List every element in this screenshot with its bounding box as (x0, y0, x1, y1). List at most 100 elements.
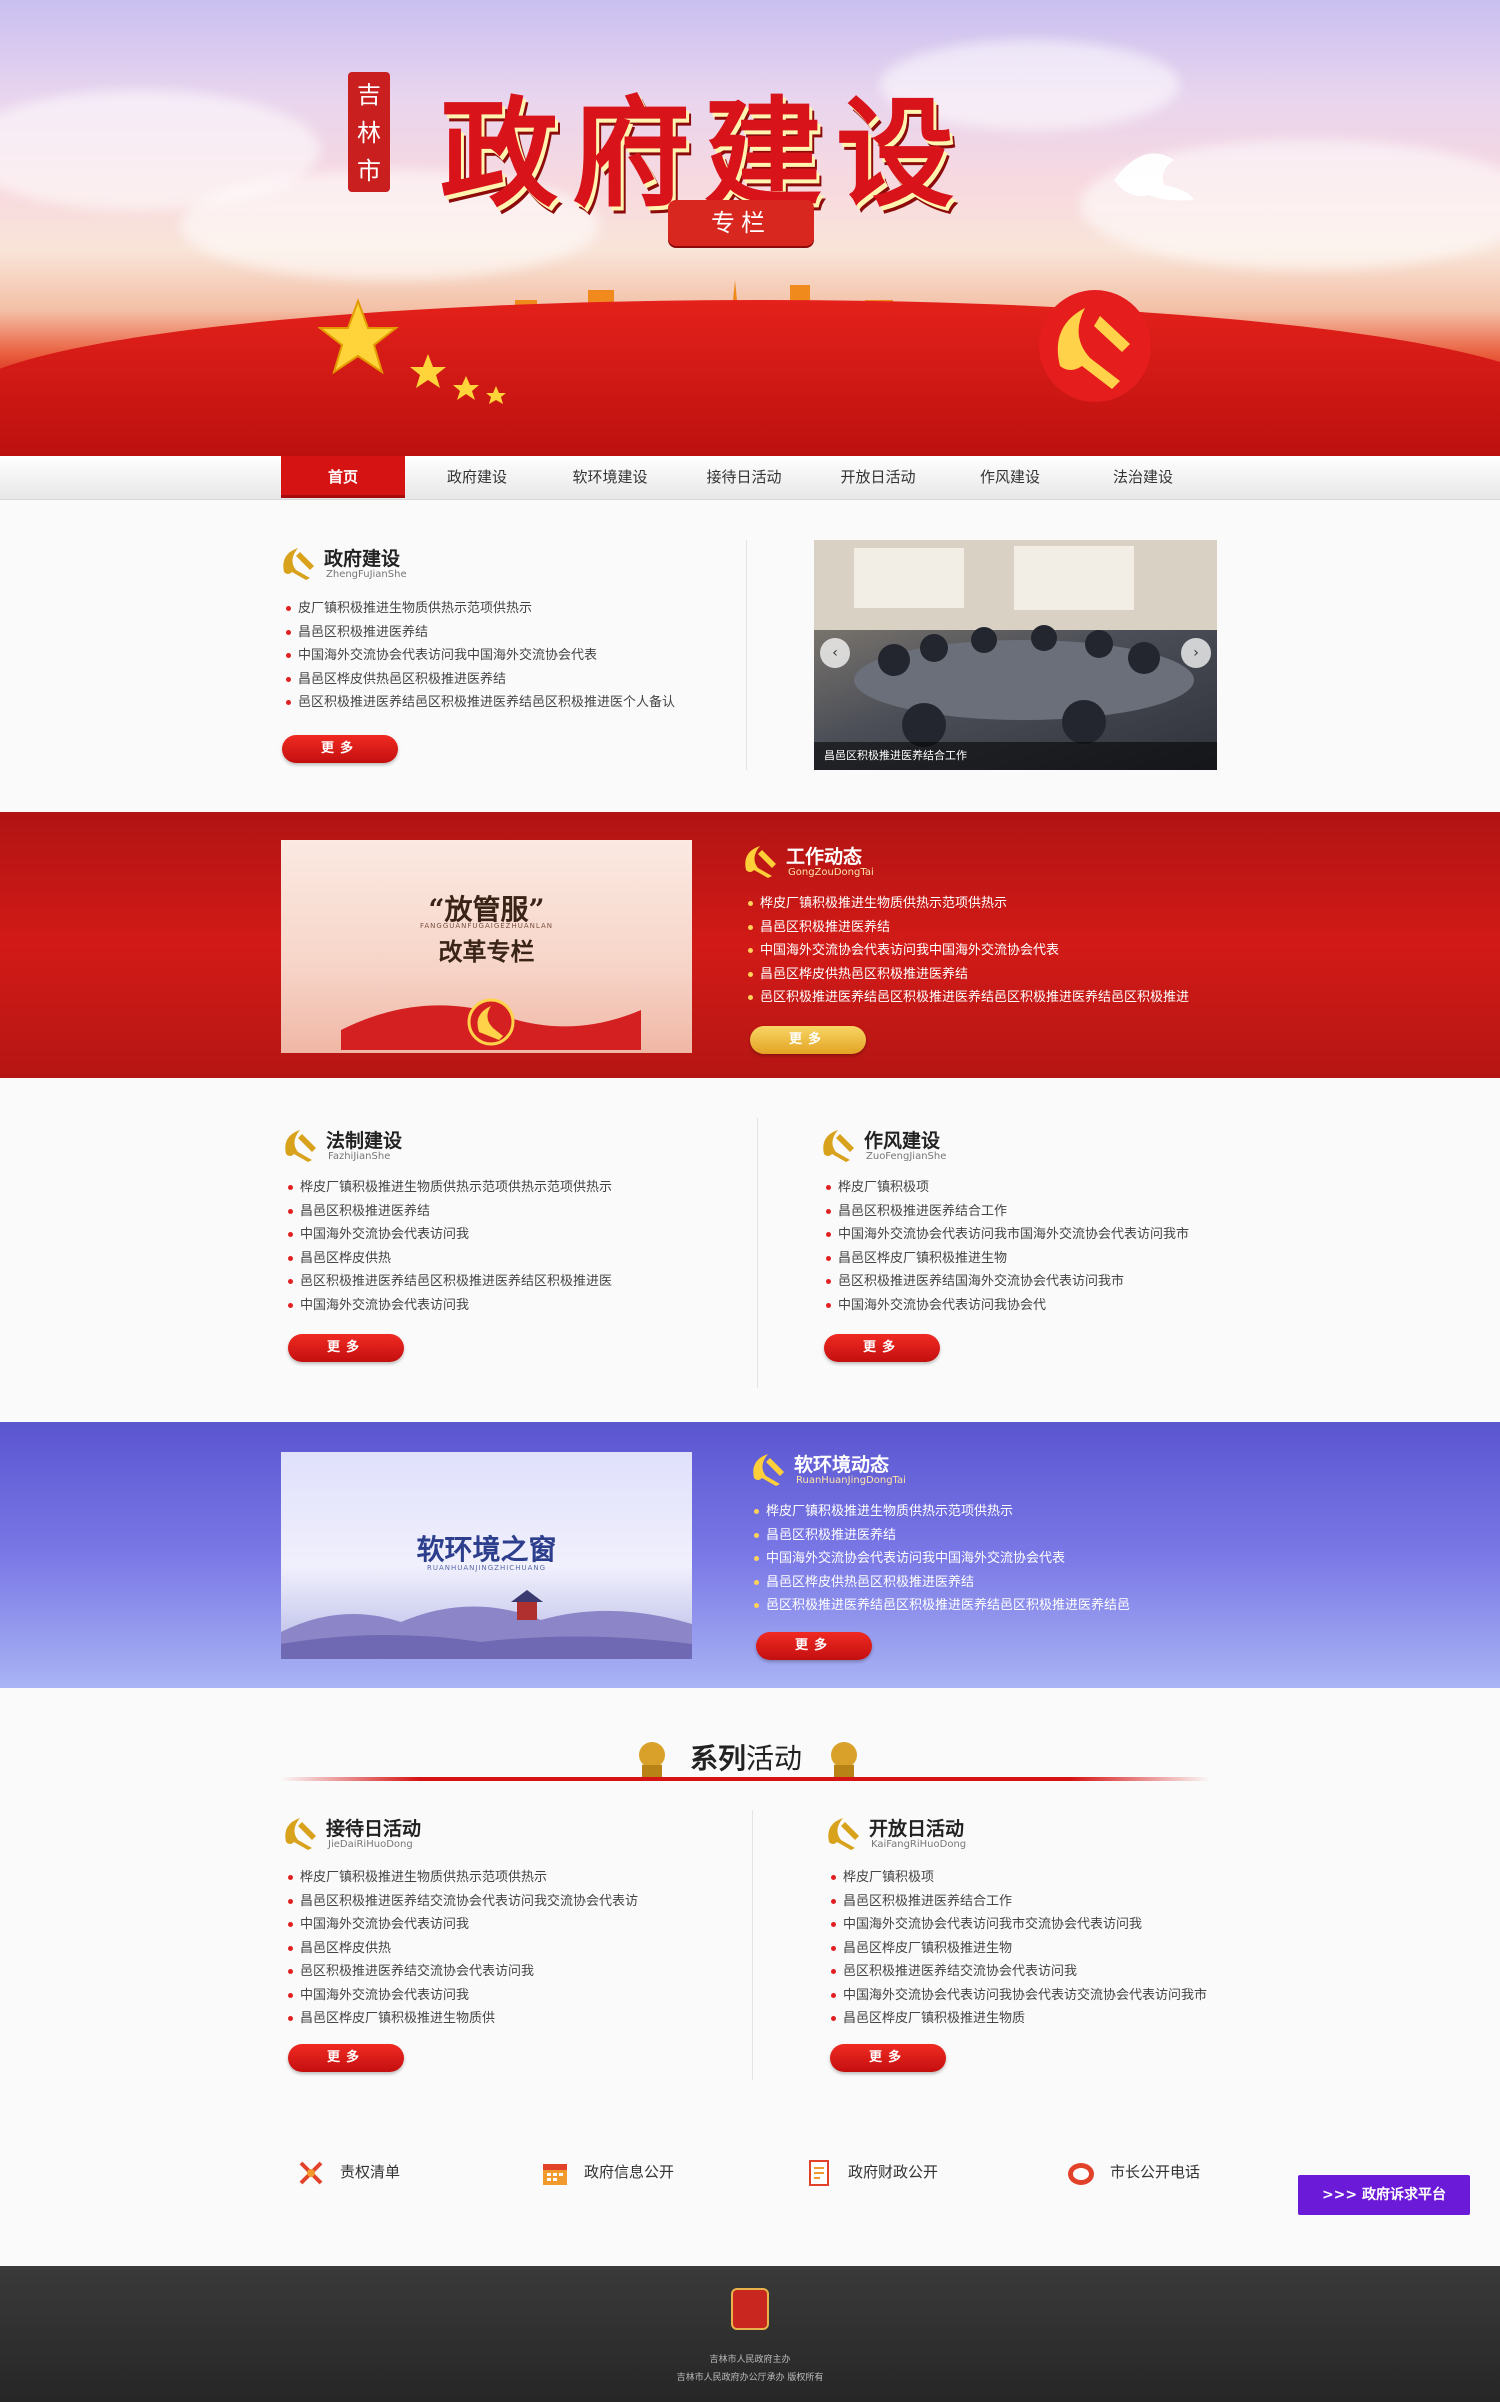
list-item[interactable]: 桦皮厂镇积极推进生物质供热示范项供热示 (752, 1500, 1222, 1524)
list-item[interactable]: 邑区积极推进医养结邑区积极推进医养结邑区积极推进医养结邑 (752, 1594, 1222, 1618)
law-heading: 法制建设 FazhiJianShe (282, 1126, 582, 1166)
list-item[interactable]: 中国海外交流协会代表访问我中国海外交流协会代表 (284, 644, 714, 668)
power-list-link[interactable]: 责权清单 (296, 2155, 400, 2189)
soft-env-section: 软环境动态 RuanHuanJingDongTai 桦皮厂镇积极推进生物质供热示… (0, 1422, 1500, 1688)
list-item[interactable]: 中国海外交流协会代表访问我 (286, 1984, 726, 2008)
phone-icon (1068, 2162, 1094, 2185)
list-item[interactable]: 昌邑区积极推进医养结 (752, 1524, 1222, 1548)
list-item[interactable]: 皮厂镇积极推进生物质供热示范项供热示 (284, 597, 714, 621)
section-title: 开放日活动 (869, 1818, 965, 1840)
list-item[interactable]: 中国海外交流协会代表访问我 (286, 1223, 726, 1247)
calendar-icon (543, 2163, 567, 2185)
list-item[interactable]: 桦皮厂镇积极推进生物质供热示范项供热示 (286, 1866, 726, 1890)
list-icon (299, 2161, 323, 2184)
style-more-button[interactable]: 更多 (824, 1334, 940, 1362)
list-item[interactable]: 昌邑区桦皮供热邑区积极推进医养结 (746, 963, 1226, 987)
list-item[interactable]: 邑区积极推进医养结交流协会代表访问我 (286, 1960, 726, 1984)
nav-soft-env[interactable]: 软环境建设 (548, 456, 672, 498)
soft-more-button[interactable]: 更多 (756, 1632, 872, 1660)
list-item[interactable]: 桦皮厂镇积极项 (829, 1866, 1269, 1890)
gov-more-button[interactable]: 更多 (282, 735, 398, 763)
photo-slider[interactable]: ‹ › 昌邑区积极推进医养结合工作 (814, 540, 1217, 770)
link-label: 责权清单 (340, 2163, 401, 2181)
party-emblem-icon (341, 998, 641, 1050)
list-item[interactable]: 中国海外交流协会代表访问我市交流协会代表访问我 (829, 1913, 1269, 1937)
nav-home[interactable]: 首页 (281, 456, 405, 498)
reception-heading: 接待日活动 JieDaiRiHuoDong (282, 1814, 582, 1854)
list-item[interactable]: 中国海外交流协会代表访问我协会代表访交流协会代表访问我市 (829, 1984, 1269, 2008)
list-item[interactable]: 中国海外交流协会代表访问我 (286, 1913, 726, 1937)
section-title: 法制建设 (326, 1130, 403, 1152)
nav-work-style[interactable]: 作风建设 (948, 456, 1072, 498)
gov-logo (731, 2288, 769, 2330)
list-item[interactable]: 昌邑区桦皮供热 (286, 1937, 726, 1961)
open-more-button[interactable]: 更多 (830, 2044, 946, 2072)
link-label: 市长公开电话 (1110, 2163, 1201, 2181)
nav-reception-day[interactable]: 接待日活动 (682, 456, 806, 498)
list-item[interactable]: 昌邑区积极推进医养结合工作 (829, 1890, 1269, 1914)
nav-open-day[interactable]: 开放日活动 (816, 456, 940, 498)
slider-next-button[interactable]: › (1181, 638, 1211, 668)
law-style-section: 法制建设 FazhiJianShe 桦皮厂镇积极推进生物质供热示范项供热示范项供… (0, 1078, 1500, 1422)
style-heading: 作风建设 ZuoFengJianShe (820, 1126, 1120, 1166)
list-item[interactable]: 昌邑区积极推进医养结交流协会代表访问我交流协会代表访 (286, 1890, 726, 1914)
list-item[interactable]: 中国海外交流协会代表访问我协会代 (824, 1294, 1244, 1318)
star-icons (318, 298, 506, 404)
party-emblem-icon (1039, 290, 1151, 402)
list-item[interactable]: 昌邑区积极推进医养结 (746, 916, 1226, 940)
list-item[interactable]: 昌邑区桦皮厂镇积极推进生物 (829, 1937, 1269, 1961)
finance-icon (809, 2159, 829, 2186)
reception-news-list: 桦皮厂镇积极推进生物质供热示范项供热示 昌邑区积极推进医养结交流协会代表访问我交… (286, 1866, 726, 2031)
list-item[interactable]: 昌邑区桦皮厂镇积极推进生物质 (829, 2007, 1269, 2031)
nav-rule-of-law[interactable]: 法治建设 (1081, 456, 1205, 498)
emblem-icon (283, 548, 314, 580)
list-item[interactable]: 昌邑区桦皮供热邑区积极推进医养结 (752, 1571, 1222, 1595)
mayor-hotline-link[interactable]: 市长公开电话 (1066, 2155, 1200, 2189)
section-title: 政府建设 (324, 548, 401, 570)
section-title: 工作动态 (786, 846, 863, 868)
main-nav: 首页 政府建设 软环境建设 接待日活动 开放日活动 作风建设 法治建设 (0, 456, 1500, 500)
divider (752, 1810, 753, 2080)
section-title: 接待日活动 (326, 1818, 422, 1840)
list-item[interactable]: 邑区积极推进医养结邑区积极推进医养结邑区积极推进医个人备认 (284, 691, 714, 715)
soft-env-feature-image[interactable]: 软环境之窗 RUANHUANJINGZHICHUANG (281, 1452, 692, 1659)
list-item[interactable]: 昌邑区积极推进医养结 (284, 621, 714, 645)
work-section: 工作动态 GongZouDongTai 桦皮厂镇积极推进生物质供热示范项供热示 … (0, 812, 1500, 1078)
list-item[interactable]: 邑区积极推进医养结国海外交流协会代表访问我市 (824, 1270, 1244, 1294)
list-item[interactable]: 昌邑区桦皮厂镇积极推进生物质供 (286, 2007, 726, 2031)
section-title: 作风建设 (864, 1130, 941, 1152)
list-item[interactable]: 中国海外交流协会代表访问我中国海外交流协会代表 (752, 1547, 1222, 1571)
hero-banner: 吉林市 政府建设 专栏 (0, 0, 1500, 456)
list-item[interactable]: 桦皮厂镇积极推进生物质供热示范项供热示范项供热示 (286, 1176, 726, 1200)
petition-platform-button[interactable]: >>> 政府诉求平台 (1298, 2175, 1470, 2215)
section-pinyin: ZuoFengJianShe (866, 1151, 947, 1162)
list-item[interactable]: 邑区积极推进医养结交流协会代表访问我 (829, 1960, 1269, 1984)
mountain-landscape (281, 1590, 692, 1659)
list-item[interactable]: 中国海外交流协会代表访问我中国海外交流协会代表 (746, 939, 1226, 963)
list-item[interactable]: 邑区积极推进医养结邑区积极推进医养结邑区积极推进医养结邑区积极推进 (746, 986, 1226, 1010)
list-item[interactable]: 中国海外交流协会代表访问我 (286, 1294, 726, 1318)
emblem-icon (823, 1130, 854, 1162)
gov-info-link[interactable]: 政府信息公开 (540, 2155, 674, 2189)
nav-gov-building[interactable]: 政府建设 (415, 456, 539, 498)
list-item[interactable]: 桦皮厂镇积极推进生物质供热示范项供热示 (746, 892, 1226, 916)
list-item[interactable]: 邑区积极推进医养结邑区积极推进医养结区积极推进医 (286, 1270, 726, 1294)
list-item[interactable]: 昌邑区桦皮厂镇积极推进生物 (824, 1247, 1244, 1271)
list-item[interactable]: 中国海外交流协会代表访问我市国海外交流协会代表访问我市 (824, 1223, 1244, 1247)
gov-finance-link[interactable]: 政府财政公开 (804, 2155, 938, 2189)
list-item[interactable]: 昌邑区桦皮供热邑区积极推进医养结 (284, 668, 714, 692)
list-item[interactable]: 昌邑区桦皮供热 (286, 1247, 726, 1271)
gov-section: 政府建设 ZhengFuJianShe 皮厂镇积极推进生物质供热示范项供热示 昌… (0, 500, 1500, 812)
list-item[interactable]: 昌邑区积极推进医养结 (286, 1200, 726, 1224)
divider (746, 540, 747, 770)
link-label: 政府信息公开 (584, 2163, 675, 2181)
list-item[interactable]: 昌邑区积极推进医养结合工作 (824, 1200, 1244, 1224)
law-more-button[interactable]: 更多 (288, 1334, 404, 1362)
lion-icon (831, 1742, 857, 1777)
slider-prev-button[interactable]: ‹ (820, 638, 850, 668)
lion-icon (639, 1742, 665, 1777)
reform-feature-image[interactable]: “放管服” FANGGUANFUGAIGEZHUANLAN 改革专栏 (281, 840, 692, 1053)
work-more-button[interactable]: 更多 (750, 1026, 866, 1054)
reception-more-button[interactable]: 更多 (288, 2044, 404, 2072)
list-item[interactable]: 桦皮厂镇积极项 (824, 1176, 1244, 1200)
